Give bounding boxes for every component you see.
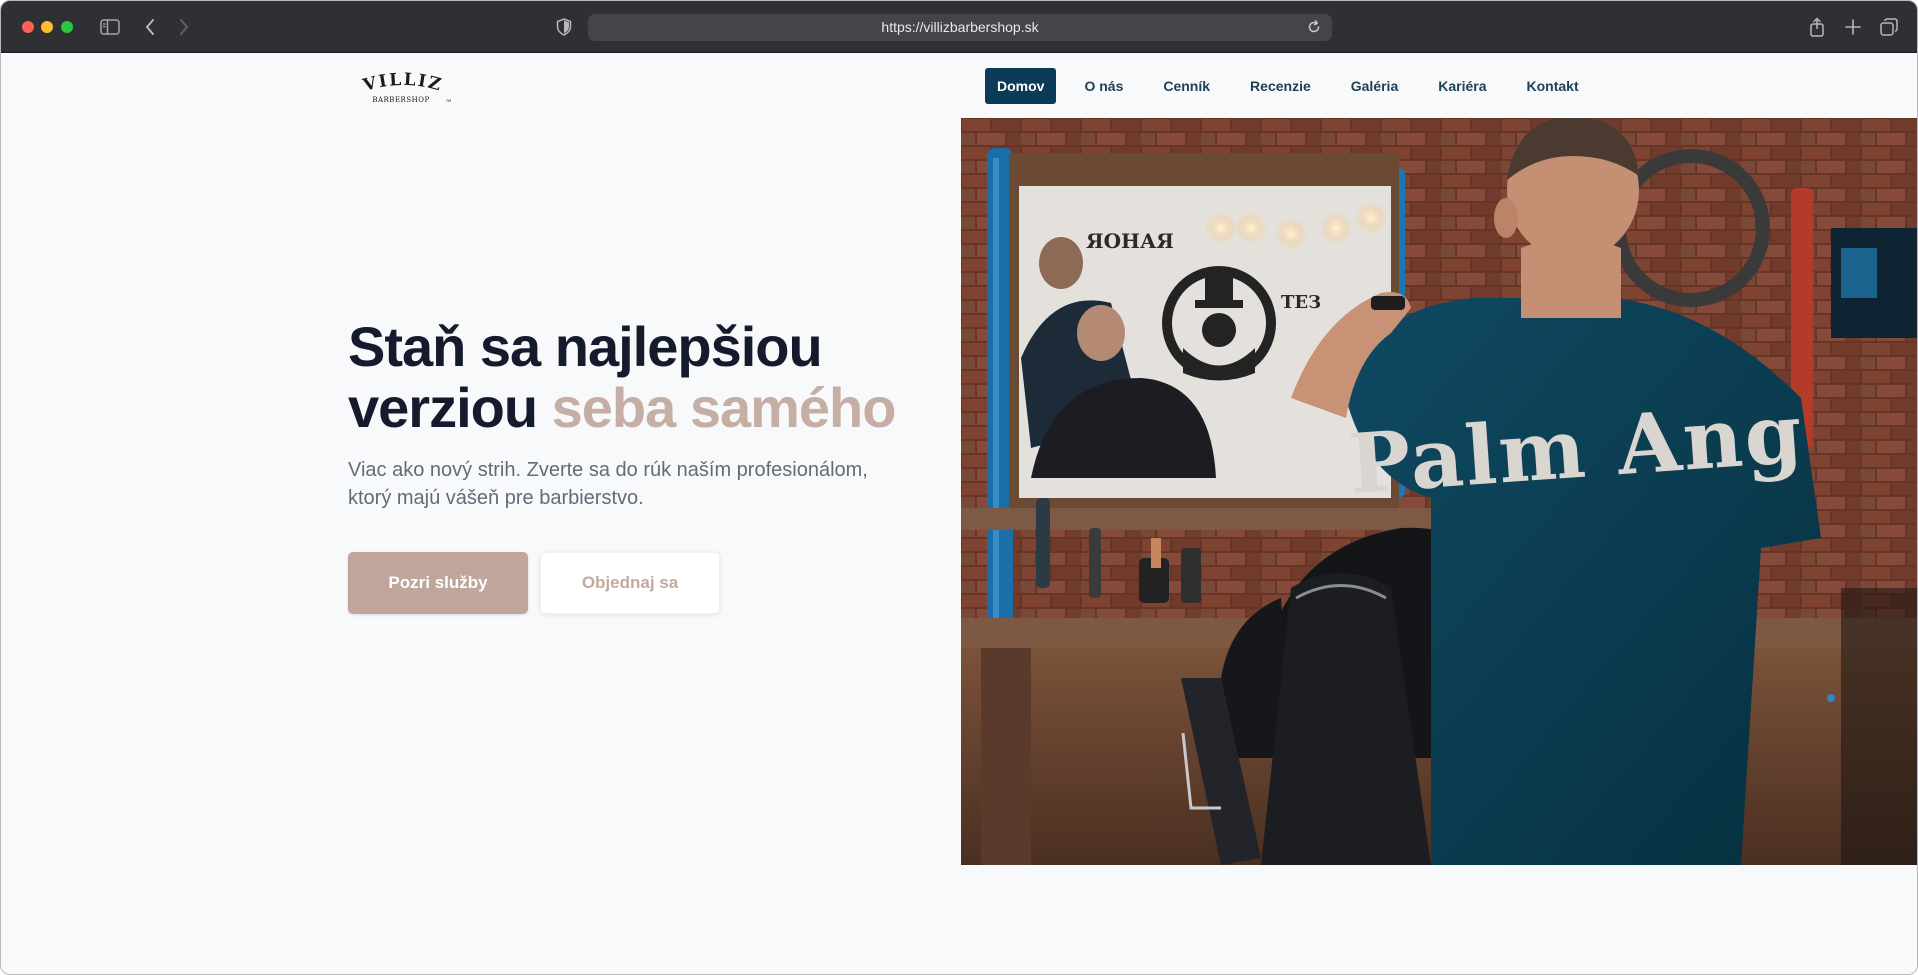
url-text: https://villizbarbershop.sk	[881, 19, 1039, 35]
hero-subtext: Viac ako nový strih. Zverte sa do rúk na…	[348, 459, 868, 509]
nav-item-kariera[interactable]: Kariéra	[1426, 68, 1498, 104]
svg-text:ЯОНАЯ: ЯОНАЯ	[1086, 229, 1174, 253]
hero-headline: Staň sa najlepšiou verziou seba samého	[348, 316, 908, 438]
logo-bottom-text: BARBERSHOP	[372, 96, 429, 104]
view-services-button[interactable]: Pozri služby	[348, 552, 528, 614]
nav-item-o-nas[interactable]: O nás	[1072, 68, 1135, 104]
close-window-button[interactable]	[22, 21, 34, 33]
nav-item-domov[interactable]: Domov	[985, 68, 1057, 104]
svg-text:VILLIZ: VILLIZ	[360, 72, 445, 96]
hero-buttons: Pozri služby Objednaj sa	[348, 552, 908, 614]
nav-item-recenzie[interactable]: Recenzie	[1238, 68, 1323, 104]
zoom-window-button[interactable]	[61, 21, 73, 33]
hero-section: Staň sa najlepšiou verziou seba samého V…	[348, 316, 908, 614]
logo-top-text: VILLIZ	[360, 70, 443, 96]
villiz-logo[interactable]: VILLIZ BARBERSHOP TM	[353, 70, 453, 108]
forward-arrow-icon[interactable]	[175, 15, 193, 39]
address-bar[interactable]: https://villizbarbershop.sk	[588, 14, 1332, 41]
new-tab-plus-icon[interactable]	[1843, 15, 1863, 39]
privacy-shield-icon[interactable]	[555, 15, 573, 39]
nav-item-cennik[interactable]: Cenník	[1151, 68, 1222, 104]
nav-item-kontakt[interactable]: Kontakt	[1515, 68, 1591, 104]
tab-overview-icon[interactable]	[1879, 15, 1899, 39]
main-navigation: Domov O nás Cenník Recenzie Galéria Kari…	[985, 68, 1591, 104]
share-icon[interactable]	[1807, 15, 1827, 39]
headline-accent: seba samého	[551, 376, 897, 439]
back-arrow-icon[interactable]	[141, 15, 159, 39]
book-appointment-button[interactable]: Objednaj sa	[540, 552, 720, 614]
nav-item-galeria[interactable]: Galéria	[1339, 68, 1410, 104]
web-page: VILLIZ BARBERSHOP TM Domov O nás Cenník …	[1, 54, 1917, 974]
barber-photo: ЯОНАЯ ТЕЗ Palm Ang	[961, 118, 1917, 865]
logo-tm-mark: TM	[445, 99, 451, 103]
minimize-window-button[interactable]	[41, 21, 53, 33]
browser-toolbar: https://villizbarbershop.sk	[1, 1, 1917, 53]
sidebar-toggle-icon[interactable]	[99, 15, 121, 39]
svg-text:ТЕЗ: ТЕЗ	[1281, 292, 1321, 313]
reload-icon[interactable]	[1306, 19, 1322, 35]
browser-window: https://villizbarbershop.sk VILLIZ BARBE…	[0, 0, 1918, 975]
